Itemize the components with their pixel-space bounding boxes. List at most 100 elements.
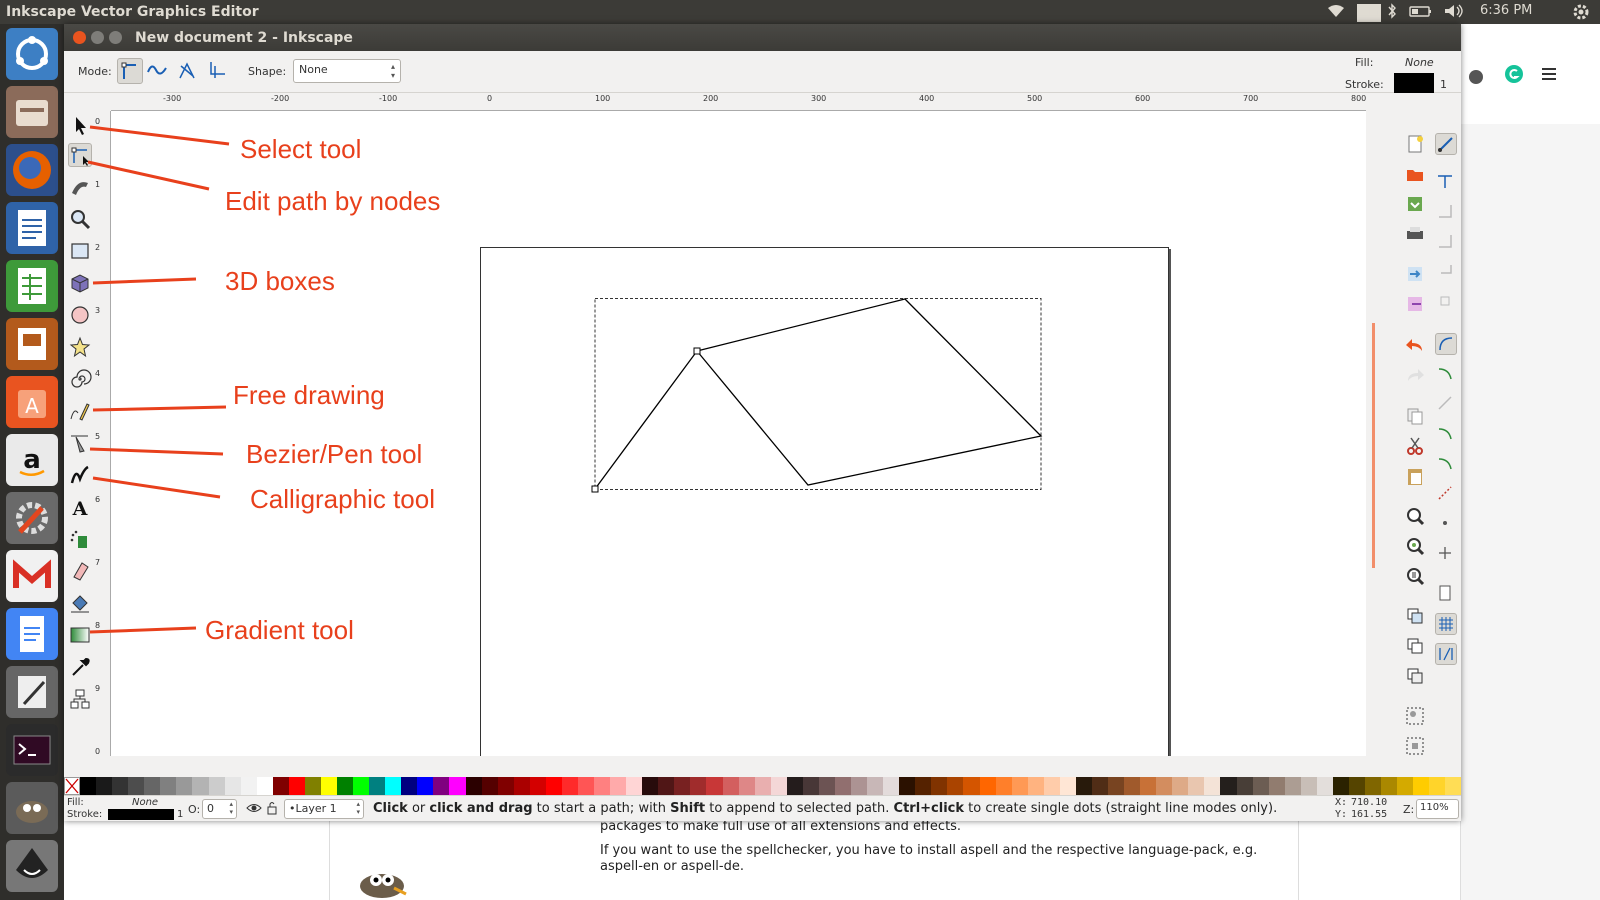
gimp-icon[interactable] bbox=[6, 782, 58, 834]
palette-swatch[interactable] bbox=[497, 777, 514, 795]
color-palette[interactable] bbox=[64, 777, 1462, 795]
eraser-tool-button[interactable] bbox=[68, 559, 92, 583]
palette-swatch[interactable] bbox=[224, 777, 241, 795]
palette-swatch[interactable] bbox=[786, 777, 803, 795]
palette-swatch[interactable] bbox=[337, 777, 354, 795]
star-tool-button[interactable] bbox=[68, 335, 92, 359]
snap-cusp-nodes-icon[interactable] bbox=[1435, 423, 1457, 445]
palette-swatch[interactable] bbox=[192, 777, 209, 795]
palette-swatch[interactable] bbox=[176, 777, 193, 795]
snap-smooth-nodes-icon[interactable] bbox=[1435, 453, 1457, 475]
palette-swatch[interactable] bbox=[1172, 777, 1189, 795]
palette-swatch[interactable] bbox=[465, 777, 482, 795]
emoji-icon[interactable] bbox=[1467, 68, 1485, 89]
palette-swatch[interactable] bbox=[385, 777, 402, 795]
palette-swatch[interactable] bbox=[433, 777, 450, 795]
ungroup-icon[interactable] bbox=[1404, 735, 1426, 757]
select-tool-button[interactable] bbox=[68, 113, 92, 137]
palette-swatch[interactable] bbox=[561, 777, 578, 795]
bluetooth-icon[interactable] bbox=[1387, 3, 1397, 21]
palette-swatch[interactable] bbox=[1284, 777, 1301, 795]
palette-swatch[interactable] bbox=[867, 777, 884, 795]
files-icon[interactable] bbox=[6, 86, 58, 138]
copy-icon[interactable] bbox=[1404, 405, 1426, 427]
palette-swatch[interactable] bbox=[674, 777, 691, 795]
spiro-mode-button[interactable] bbox=[145, 58, 171, 84]
palette-swatch[interactable] bbox=[995, 777, 1012, 795]
terminal-icon[interactable] bbox=[6, 724, 58, 776]
text-editor-icon[interactable] bbox=[6, 666, 58, 718]
amazon-icon[interactable]: a bbox=[6, 434, 58, 486]
enable-snapping-icon[interactable] bbox=[1435, 133, 1457, 155]
spiral-tool-button[interactable] bbox=[68, 367, 92, 391]
libreoffice-calc-icon[interactable] bbox=[6, 260, 58, 312]
software-center-icon[interactable]: A bbox=[6, 376, 58, 428]
zoom-page-icon[interactable] bbox=[1404, 565, 1426, 587]
palette-swatch[interactable] bbox=[1011, 777, 1028, 795]
connector-tool-button[interactable] bbox=[68, 687, 92, 711]
vertical-scrollbar[interactable] bbox=[1366, 93, 1380, 756]
snap-paths-icon[interactable] bbox=[1435, 363, 1457, 385]
snap-bbox-icon[interactable] bbox=[1435, 171, 1457, 193]
palette-swatch[interactable] bbox=[1316, 777, 1333, 795]
palette-swatch[interactable] bbox=[722, 777, 739, 795]
zoom-drawing-icon[interactable] bbox=[1404, 535, 1426, 557]
new-document-icon[interactable] bbox=[1404, 133, 1426, 155]
palette-swatch[interactable] bbox=[417, 777, 434, 795]
palette-swatch[interactable] bbox=[947, 777, 964, 795]
palette-swatch[interactable] bbox=[834, 777, 851, 795]
libreoffice-writer-icon[interactable] bbox=[6, 202, 58, 254]
palette-swatch[interactable] bbox=[1075, 777, 1092, 795]
palette-swatch[interactable] bbox=[1027, 777, 1044, 795]
palette-swatch[interactable] bbox=[401, 777, 418, 795]
palette-swatch[interactable] bbox=[770, 777, 787, 795]
palette-swatch[interactable] bbox=[481, 777, 498, 795]
pen-tool-button[interactable] bbox=[68, 431, 92, 455]
system-gear-icon[interactable] bbox=[1572, 3, 1590, 21]
palette-swatch[interactable] bbox=[1156, 777, 1173, 795]
vertical-ruler[interactable]: 0 1 2 3 4 5 6 7 8 9 0 bbox=[92, 111, 111, 756]
dash-home-icon[interactable] bbox=[6, 28, 58, 80]
system-settings-icon[interactable] bbox=[6, 492, 58, 544]
palette-swatch[interactable] bbox=[320, 777, 337, 795]
palette-swatch[interactable] bbox=[658, 777, 675, 795]
libreoffice-impress-icon[interactable] bbox=[6, 318, 58, 370]
palette-swatch[interactable] bbox=[1413, 777, 1430, 795]
palette-swatch[interactable] bbox=[1300, 777, 1317, 795]
snap-bbox-corners-icon[interactable] bbox=[1435, 231, 1457, 253]
snap-grids-icon[interactable] bbox=[1435, 613, 1457, 635]
dropper-tool-button[interactable] bbox=[68, 655, 92, 679]
maximize-window-button[interactable] bbox=[109, 31, 122, 44]
minimize-window-button[interactable] bbox=[91, 31, 104, 44]
palette-swatch[interactable] bbox=[112, 777, 129, 795]
toggle-visibility-eye-icon[interactable] bbox=[246, 801, 262, 818]
duplicate-icon[interactable] bbox=[1404, 605, 1426, 627]
palette-swatch[interactable] bbox=[754, 777, 771, 795]
palette-swatch[interactable] bbox=[577, 777, 594, 795]
palette-swatch[interactable] bbox=[545, 777, 562, 795]
unlink-clone-icon[interactable] bbox=[1404, 665, 1426, 687]
palette-swatch[interactable] bbox=[96, 777, 113, 795]
tweak-tool-button[interactable] bbox=[68, 175, 92, 199]
node-tool-button[interactable] bbox=[68, 143, 92, 167]
zoom-spinbox[interactable]: 110% bbox=[1416, 799, 1459, 819]
palette-swatch[interactable] bbox=[1059, 777, 1076, 795]
text-tool-button[interactable]: A bbox=[68, 495, 92, 520]
palette-swatch[interactable] bbox=[256, 777, 273, 795]
paint-bucket-tool-button[interactable] bbox=[68, 591, 92, 615]
palette-swatch[interactable] bbox=[1091, 777, 1108, 795]
stroke-color-swatch[interactable] bbox=[1394, 73, 1434, 93]
palette-swatch[interactable] bbox=[931, 777, 948, 795]
export-icon[interactable] bbox=[1404, 293, 1426, 315]
palette-swatch[interactable] bbox=[963, 777, 980, 795]
palette-swatch[interactable] bbox=[610, 777, 627, 795]
palette-swatch[interactable] bbox=[128, 777, 145, 795]
snap-page-border-icon[interactable] bbox=[1435, 583, 1457, 605]
palette-swatch[interactable] bbox=[272, 777, 289, 795]
palette-swatch[interactable] bbox=[144, 777, 161, 795]
palette-swatch[interactable] bbox=[1268, 777, 1285, 795]
snap-guides-icon[interactable] bbox=[1435, 643, 1457, 665]
palette-swatch[interactable] bbox=[1108, 777, 1125, 795]
redo-icon[interactable] bbox=[1404, 365, 1426, 387]
palette-swatch[interactable] bbox=[690, 777, 707, 795]
